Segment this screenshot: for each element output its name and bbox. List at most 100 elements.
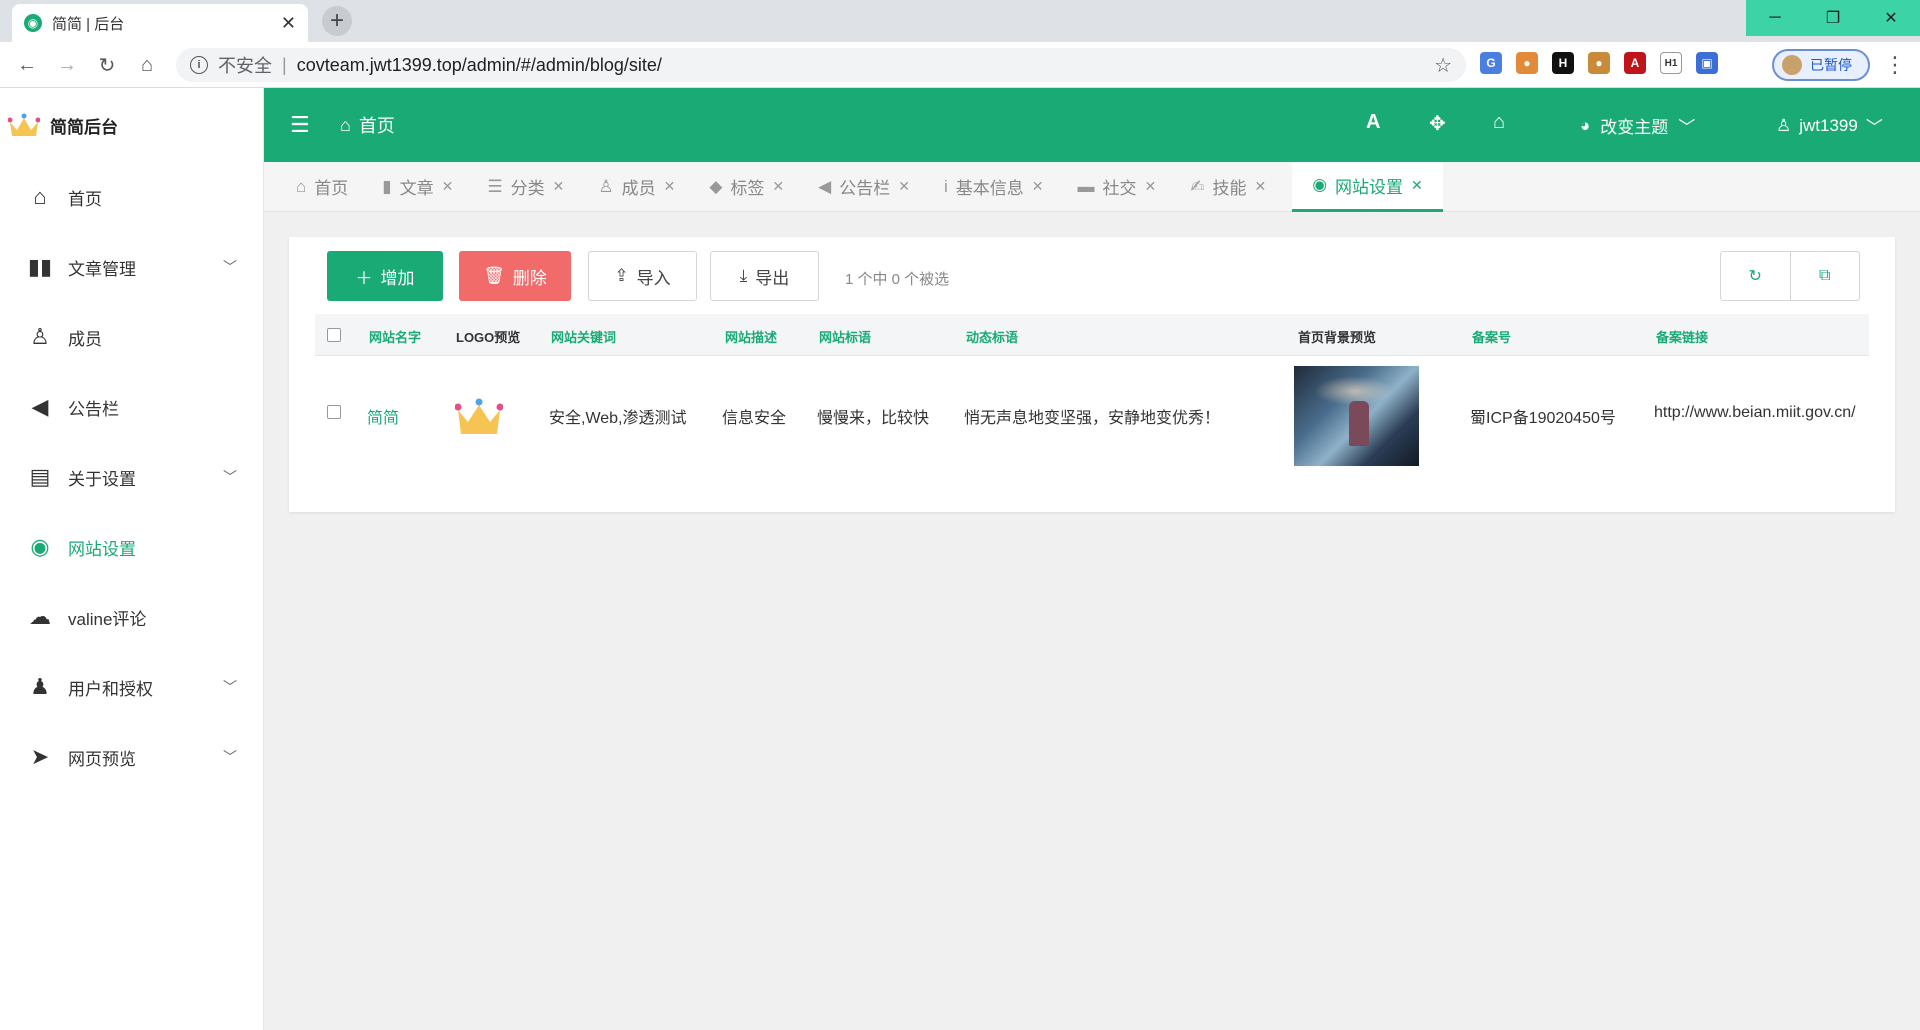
home-icon[interactable]: ⌂ [132, 50, 162, 80]
url-text[interactable]: covteam.jwt1399.top/admin/#/admin/blog/s… [297, 55, 1434, 76]
back-icon[interactable]: ← [12, 50, 42, 80]
minimize-button[interactable]: ─ [1746, 0, 1804, 36]
close-icon[interactable]: ✕ [1254, 178, 1266, 195]
comments-icon: ☁ [29, 604, 51, 629]
forward-icon[interactable]: → [52, 50, 82, 80]
close-icon[interactable]: ✕ [1032, 178, 1044, 195]
column-header[interactable]: 网站标语 [819, 327, 871, 346]
bookmark-star-icon[interactable]: ☆ [1434, 53, 1452, 78]
tab-basic-info[interactable]: i 基本信息 ✕ [936, 162, 1056, 212]
column-header[interactable]: 网站描述 [725, 327, 777, 346]
trash-icon: 🗑 [483, 266, 505, 285]
reload-icon[interactable]: ↻ [92, 50, 122, 80]
tab-label: 分类 [510, 179, 545, 198]
tab-label: 首页 [314, 179, 349, 198]
icp-cell: 蜀ICP备19020450号 [1470, 410, 1616, 427]
home-icon[interactable]: ⌂ [1493, 111, 1505, 134]
sidebar-item-label: 用户和授权 [68, 679, 153, 699]
cookie-extension-icon[interactable]: ● [1588, 52, 1610, 74]
close-window-button[interactable]: ✕ [1862, 0, 1920, 36]
row-checkbox[interactable] [327, 405, 341, 419]
refresh-icon[interactable]: ↻ [1721, 252, 1790, 300]
delete-label: 删除 [512, 268, 547, 288]
table-header: 网站名字 LOGO预览 网站关键词 网站描述 网站标语 动态标语 首页背景预览 … [315, 314, 1869, 356]
column-header[interactable]: 网站关键词 [551, 327, 616, 346]
site-settings-card: ＋ 增加 🗑 删除 ⇪ 导入 ⤓ 导出 1 个中 0 个被选 ↻ ⧉ 网站名字 … [289, 237, 1895, 512]
tab-site-settings[interactable]: ◉ 网站设置 ✕ [1292, 161, 1443, 212]
close-icon[interactable]: ✕ [664, 178, 676, 195]
close-icon[interactable]: ✕ [442, 178, 454, 195]
extension-icon[interactable]: ● [1516, 52, 1538, 74]
sidebar-item-users-auth[interactable]: ♟ 用户和授权 ﹀ [0, 652, 263, 722]
tab-label: 技能 [1212, 179, 1247, 198]
font-size-icon[interactable]: A [1366, 111, 1380, 134]
pdf-extension-icon[interactable]: A [1624, 52, 1646, 74]
logo[interactable]: 简简后台 [0, 88, 263, 162]
restore-button[interactable]: ❐ [1804, 0, 1862, 36]
select-all-checkbox[interactable] [327, 328, 341, 342]
tab-tags[interactable]: ◆ 标签 ✕ [701, 162, 796, 212]
theme-dropdown[interactable]: ◕ 改变主题 ﹀ [1580, 113, 1695, 138]
column-header[interactable]: 备案号 [1472, 327, 1511, 346]
sidebar-item-site-settings[interactable]: ◉ 网站设置 [0, 512, 263, 582]
info-icon[interactable]: i [190, 56, 208, 74]
tab-social[interactable]: ▬ 社交 ✕ [1069, 162, 1168, 212]
background-preview-image[interactable] [1294, 366, 1419, 466]
user-icon: ♙ [598, 176, 614, 196]
header-home-link[interactable]: ⌂ 首页 [340, 112, 395, 138]
sidebar-item-about[interactable]: ▤ 关于设置 ﹀ [0, 442, 263, 512]
export-window-icon[interactable]: ⧉ [1789, 252, 1860, 300]
sidebar-item-home[interactable]: ⌂ 首页 [0, 162, 263, 232]
sidebar-item-label: 公告栏 [68, 399, 119, 419]
profile-paused-button[interactable]: 已暂停 [1772, 49, 1870, 81]
column-header[interactable]: 备案链接 [1656, 327, 1708, 346]
delete-button[interactable]: 🗑 删除 [459, 251, 571, 301]
column-header: 首页背景预览 [1298, 330, 1377, 345]
translate-extension-icon[interactable]: G [1480, 52, 1502, 74]
user-icon: ♙ [30, 324, 50, 349]
export-button[interactable]: ⤓ 导出 [710, 251, 819, 301]
sidebar: 简简后台 ⌂ 首页 ▮▮ 文章管理 ﹀ ♙ 成员 ◀ 公告栏 ▤ 关于设置 ﹀ … [0, 88, 264, 1030]
comment-icon: ▬ [1077, 176, 1095, 196]
paper-plane-icon: ➤ [30, 744, 50, 769]
site-name-link[interactable]: 简简 [367, 404, 399, 428]
tab-home[interactable]: ⌂ 首页 [288, 162, 360, 212]
menu-toggle-icon[interactable]: ☰ [290, 112, 310, 138]
column-header[interactable]: 网站名字 [369, 327, 421, 346]
tab-articles[interactable]: ▮ 文章 ✕ [374, 162, 465, 212]
tab-members[interactable]: ♙ 成员 ✕ [590, 162, 687, 212]
crown-logo-icon [455, 398, 503, 434]
reader-extension-icon[interactable]: ▣ [1696, 52, 1718, 74]
fullscreen-icon[interactable]: ✥ [1429, 111, 1446, 136]
page-tabs: ⌂ 首页 ▮ 文章 ✕ ☰ 分类 ✕ ♙ 成员 ✕ ◆ 标签 ✕ ◀ 公告栏 ✕ i 基本信息 ✕ ▬ 社交… [264, 161, 1920, 212]
theme-label: 改变主题 [1600, 118, 1669, 137]
preview-figure [1349, 401, 1369, 446]
address-bar[interactable]: i 不安全 | covteam.jwt1399.top/admin/#/admi… [176, 48, 1466, 82]
new-tab-button[interactable]: + [322, 6, 352, 36]
browser-tab[interactable]: ◉ 简简 | 后台 ✕ [12, 4, 308, 42]
sidebar-item-articles[interactable]: ▮▮ 文章管理 ﹀ [0, 232, 263, 302]
sidebar-item-preview[interactable]: ➤ 网页预览 ﹀ [0, 722, 263, 792]
close-icon[interactable]: ✕ [553, 178, 565, 195]
user-dropdown[interactable]: ♙ jwt1399 ﹀ [1776, 113, 1883, 138]
import-button[interactable]: ⇪ 导入 [588, 251, 697, 301]
browser-menu-icon[interactable]: ⋮ [1884, 50, 1906, 80]
sidebar-item-notice[interactable]: ◀ 公告栏 [0, 372, 263, 442]
sidebar-item-valine[interactable]: ☁ valine评论 [0, 582, 263, 652]
add-button[interactable]: ＋ 增加 [327, 251, 443, 301]
close-icon[interactable]: ✕ [1144, 178, 1156, 195]
close-icon[interactable]: ✕ [1411, 177, 1423, 194]
h1-extension-icon[interactable]: H1 [1660, 52, 1682, 74]
tab-notice[interactable]: ◀ 公告栏 ✕ [810, 162, 922, 212]
close-tab-icon[interactable]: ✕ [281, 13, 296, 34]
globe-favicon-icon: ◉ [24, 14, 42, 32]
book-icon: ▮ [382, 176, 392, 196]
sidebar-item-members[interactable]: ♙ 成员 [0, 302, 263, 372]
table-tools: ↻ ⧉ [1720, 251, 1860, 301]
tab-skills[interactable]: ✍ 技能 ✕ [1182, 162, 1278, 212]
h-extension-icon[interactable]: H [1552, 52, 1574, 74]
column-header[interactable]: 动态标语 [966, 327, 1018, 346]
close-icon[interactable]: ✕ [772, 178, 784, 195]
tab-categories[interactable]: ☰ 分类 ✕ [479, 162, 576, 212]
close-icon[interactable]: ✕ [898, 178, 910, 195]
